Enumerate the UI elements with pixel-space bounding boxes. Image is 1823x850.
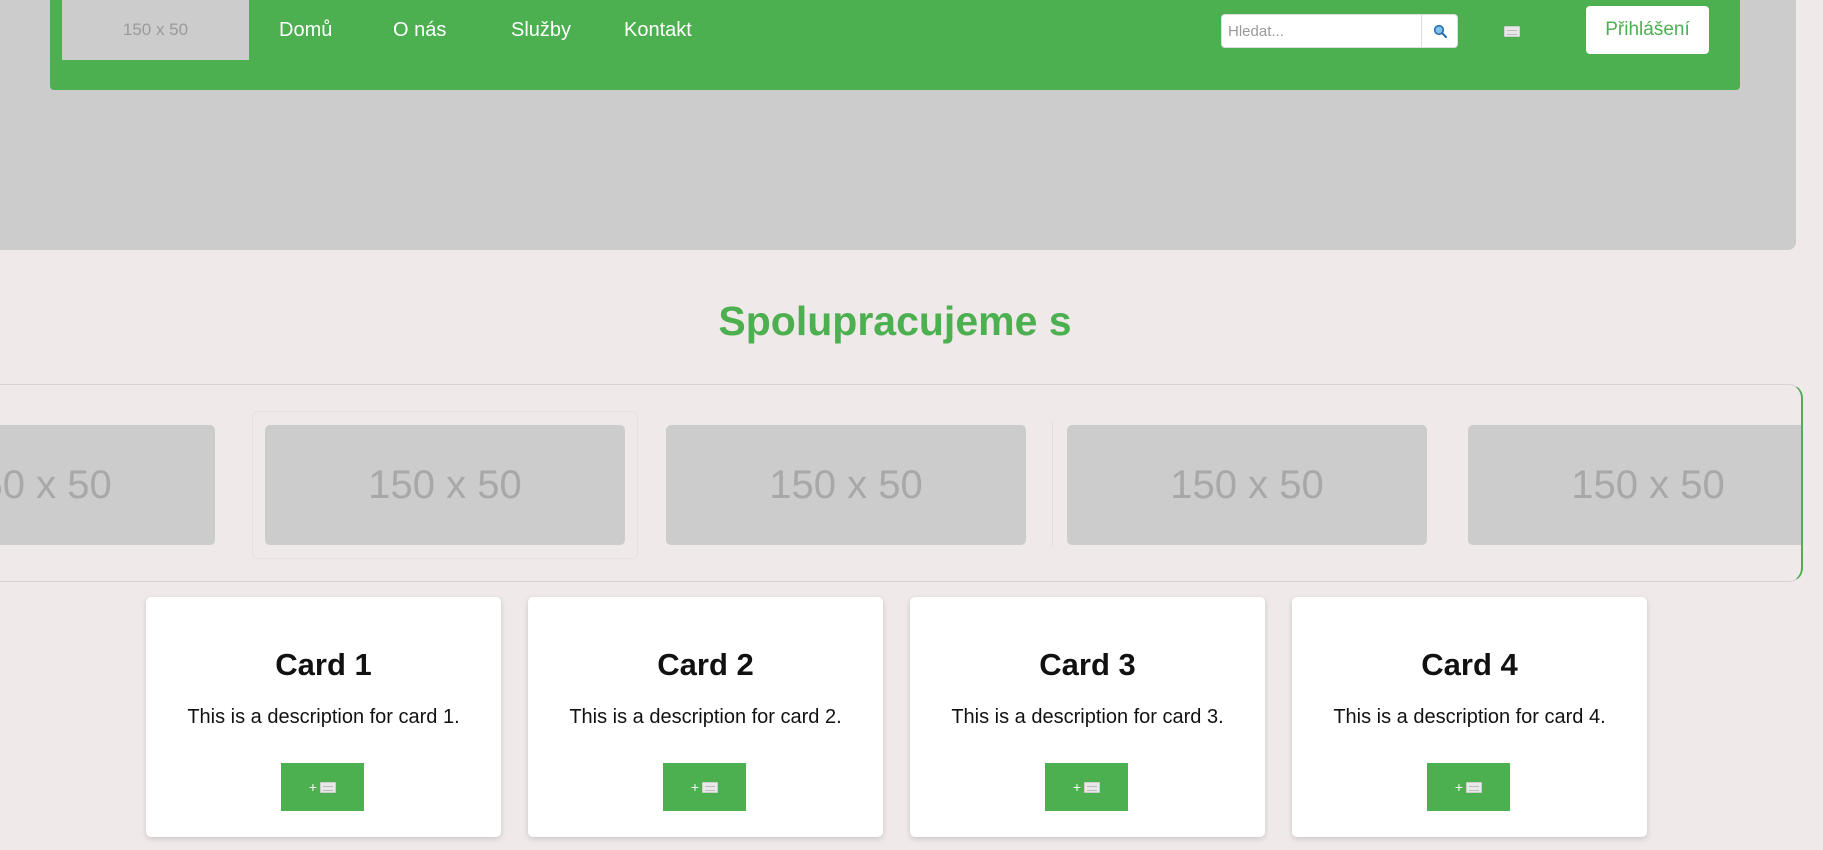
slide-divider [1052, 421, 1053, 547]
partner-logo[interactable]: 150 x 50 [1468, 425, 1801, 545]
partner-logo[interactable]: 150 x 50 [666, 425, 1026, 545]
add-to-cart-button[interactable]: + [663, 763, 746, 811]
login-button[interactable]: Přihlášení [1586, 6, 1709, 54]
add-label: + [308, 779, 318, 795]
add-label: + [690, 779, 700, 795]
partner-logo[interactable]: 150 x 50 [265, 425, 625, 545]
add-to-cart-button[interactable]: + [281, 763, 364, 811]
add-to-cart-button[interactable]: + [1427, 763, 1510, 811]
cart-button[interactable] [1500, 21, 1524, 41]
card-description: This is a description for card 1. [187, 706, 460, 728]
nav-link-home[interactable]: Domů [279, 19, 332, 42]
product-card: Card 1 This is a description for card 1.… [146, 597, 501, 837]
card-title: Card 4 [1421, 647, 1518, 682]
card-title: Card 2 [657, 647, 754, 682]
partner-logo[interactable]: 150 x 50 [1067, 425, 1427, 545]
nav-link-about[interactable]: O nás [393, 19, 446, 42]
partners-title: Spolupracujeme s [718, 298, 1072, 344]
cart-icon [702, 781, 719, 793]
partners-carousel[interactable]: 150 x 50 150 x 50 150 x 50 150 x 50 150 … [0, 384, 1803, 582]
search-form [1221, 14, 1458, 48]
product-card: Card 3 This is a description for card 3.… [910, 597, 1265, 837]
partner-logo[interactable]: 150 x 50 [0, 425, 215, 545]
card-title: Card 3 [1039, 647, 1136, 682]
card-description: This is a description for card 3. [951, 706, 1224, 728]
card-title: Card 1 [275, 647, 372, 682]
cart-icon [1504, 25, 1520, 37]
search-icon [1433, 24, 1447, 38]
add-to-cart-button[interactable]: + [1045, 763, 1128, 811]
add-label: + [1454, 779, 1464, 795]
cart-icon [1084, 781, 1101, 793]
cart-icon [1466, 781, 1483, 793]
cart-icon [320, 781, 337, 793]
product-card: Card 4 This is a description for card 4.… [1292, 597, 1647, 837]
search-input[interactable] [1221, 14, 1422, 48]
logo-placeholder[interactable]: 150 x 50 [62, 0, 249, 60]
card-description: This is a description for card 4. [1333, 706, 1606, 728]
product-card: Card 2 This is a description for card 2.… [528, 597, 883, 837]
add-label: + [1072, 779, 1082, 795]
search-button[interactable] [1422, 14, 1458, 48]
nav-link-services[interactable]: Služby [511, 19, 571, 42]
card-description: This is a description for card 2. [569, 706, 842, 728]
navbar: 150 x 50 Domů O nás Služby Kontakt Přihl… [50, 0, 1740, 90]
nav-link-contact[interactable]: Kontakt [624, 19, 692, 42]
